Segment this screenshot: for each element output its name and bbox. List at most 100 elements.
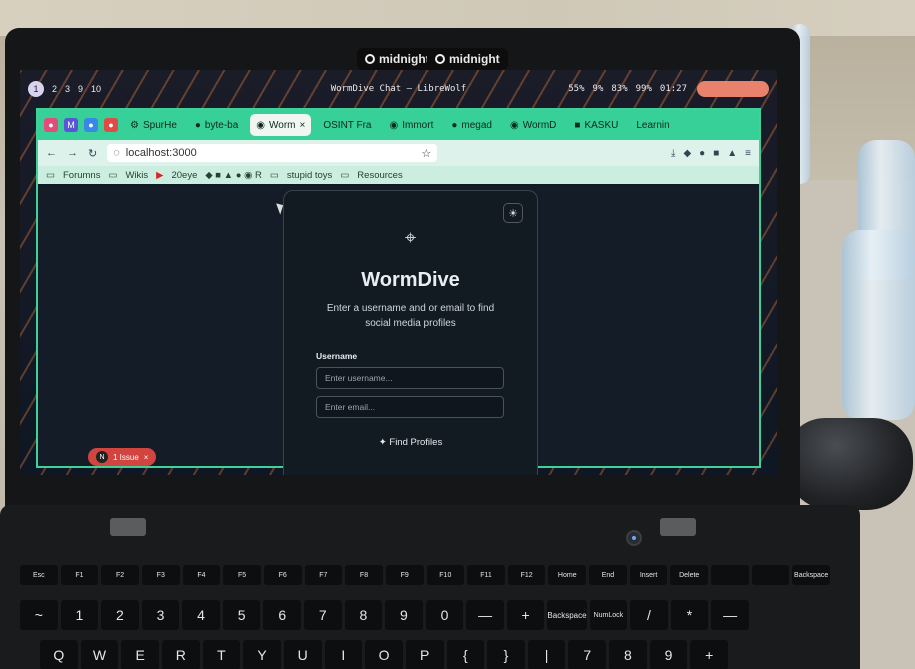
key[interactable]: Q bbox=[40, 640, 78, 669]
key[interactable]: + bbox=[506, 600, 545, 630]
key[interactable]: U bbox=[283, 640, 322, 669]
key[interactable]: 3 bbox=[141, 600, 180, 630]
email-input[interactable]: Enter email... bbox=[316, 396, 504, 418]
key[interactable]: 5 bbox=[222, 600, 261, 630]
key[interactable]: 9 bbox=[649, 640, 688, 669]
workspace-9[interactable]: 9 bbox=[78, 84, 83, 94]
key[interactable]: 1 bbox=[60, 600, 99, 630]
tab[interactable]: ◉ WormD bbox=[504, 114, 562, 136]
key[interactable]: F10 bbox=[426, 565, 465, 585]
key[interactable]: P bbox=[405, 640, 444, 669]
extension-icon[interactable]: ■ bbox=[713, 148, 719, 159]
key[interactable]: / bbox=[630, 600, 668, 630]
tab[interactable]: Learnin bbox=[630, 114, 675, 136]
key[interactable]: 2 bbox=[101, 600, 139, 630]
key[interactable]: F3 bbox=[141, 565, 180, 585]
reload-icon[interactable]: ↻ bbox=[88, 147, 97, 160]
key[interactable]: T bbox=[202, 640, 241, 669]
key[interactable]: 8 bbox=[344, 600, 383, 630]
tray-pill[interactable] bbox=[697, 81, 769, 97]
key[interactable]: F8 bbox=[345, 565, 383, 585]
key[interactable]: 6 bbox=[263, 600, 301, 630]
key[interactable]: * bbox=[670, 600, 709, 630]
key[interactable]: Delete bbox=[670, 565, 709, 585]
workspace-10[interactable]: 10 bbox=[91, 84, 101, 94]
key[interactable]: 9 bbox=[385, 600, 423, 630]
extension-icon[interactable]: ▲ bbox=[727, 148, 737, 159]
key[interactable]: Backspace bbox=[547, 600, 587, 630]
key[interactable]: R bbox=[161, 640, 200, 669]
app-icon[interactable]: ● bbox=[84, 118, 98, 132]
tab[interactable]: ◉ Immort bbox=[384, 114, 440, 136]
key[interactable]: O bbox=[365, 640, 403, 669]
key[interactable]: — bbox=[711, 600, 749, 630]
url-bar[interactable]: ◌ localhost:3000 ☆ bbox=[107, 144, 438, 162]
key[interactable]: End bbox=[589, 565, 627, 585]
extension-icon[interactable]: ● bbox=[699, 148, 705, 159]
close-icon[interactable]: × bbox=[300, 120, 306, 131]
power-button[interactable] bbox=[626, 530, 642, 546]
key[interactable]: F2 bbox=[101, 565, 139, 585]
menu-icon[interactable]: ≡ bbox=[745, 148, 751, 159]
key[interactable]: F9 bbox=[385, 565, 424, 585]
tab[interactable]: ■ KASKU bbox=[568, 114, 624, 136]
key[interactable]: Y bbox=[243, 640, 281, 669]
key[interactable]: 4 bbox=[182, 600, 220, 630]
app-icon[interactable]: ● bbox=[44, 118, 58, 132]
key[interactable]: E bbox=[121, 640, 159, 669]
download-icon[interactable]: ⤓ bbox=[671, 148, 675, 159]
key[interactable]: | bbox=[527, 640, 566, 669]
key[interactable]: NumLock bbox=[589, 600, 628, 630]
key[interactable]: 7 bbox=[304, 600, 342, 630]
key[interactable]: Esc bbox=[20, 565, 58, 585]
key[interactable]: Home bbox=[548, 565, 587, 585]
find-profiles-button[interactable]: ✦ Find Profiles bbox=[284, 437, 537, 448]
key[interactable]: F4 bbox=[182, 565, 221, 585]
youtube-icon[interactable]: ▶ bbox=[156, 170, 163, 181]
key[interactable]: Backspace bbox=[792, 565, 830, 585]
key[interactable] bbox=[711, 565, 749, 585]
key[interactable]: 8 bbox=[609, 640, 647, 669]
mail-icon[interactable]: M bbox=[64, 118, 78, 132]
workspace-3[interactable]: 3 bbox=[65, 84, 70, 94]
tab[interactable]: ● megad bbox=[445, 114, 498, 136]
key[interactable]: } bbox=[487, 640, 525, 669]
username-input[interactable]: Enter username... bbox=[316, 367, 504, 389]
key[interactable] bbox=[751, 565, 790, 585]
bookmark-folder[interactable]: Resources bbox=[357, 170, 402, 181]
key[interactable]: + bbox=[690, 640, 729, 669]
bookmark-folder[interactable]: Forumns bbox=[63, 170, 100, 181]
key[interactable]: 0 bbox=[425, 600, 464, 630]
tab[interactable]: OSINT Fra bbox=[317, 114, 377, 136]
key[interactable]: F11 bbox=[467, 565, 505, 585]
issue-badge[interactable]: N 1 Issue × bbox=[88, 448, 157, 466]
key[interactable]: { bbox=[446, 640, 485, 669]
key[interactable]: ~ bbox=[20, 600, 58, 630]
bookmark-folder[interactable]: stupid toys bbox=[287, 170, 332, 181]
forward-icon[interactable]: → bbox=[67, 147, 78, 159]
bookmark-link[interactable]: 20eye bbox=[171, 170, 197, 181]
key[interactable]: F5 bbox=[223, 565, 261, 585]
tab[interactable]: ● byte-ba bbox=[189, 114, 244, 136]
key[interactable]: F1 bbox=[60, 565, 99, 585]
app-icon[interactable]: ● bbox=[104, 118, 118, 132]
tab[interactable]: ⚙ SpurHe bbox=[124, 114, 183, 136]
bookmark-icons[interactable]: ◆ ■ ▲ ● ◉ R bbox=[205, 170, 262, 181]
workspace-1[interactable]: 1 bbox=[28, 81, 44, 97]
key[interactable]: F6 bbox=[263, 565, 302, 585]
key[interactable]: 7 bbox=[568, 640, 607, 669]
back-icon[interactable]: ← bbox=[46, 147, 57, 159]
key[interactable]: Insert bbox=[629, 565, 668, 585]
theme-toggle-button[interactable]: ☀ bbox=[503, 203, 523, 223]
workspace-2[interactable]: 2 bbox=[52, 84, 57, 94]
key[interactable]: W bbox=[80, 640, 119, 669]
key[interactable]: I bbox=[324, 640, 363, 669]
key[interactable]: — bbox=[466, 600, 504, 630]
extension-icon[interactable]: ◆ bbox=[683, 148, 691, 159]
star-icon[interactable]: ☆ bbox=[421, 147, 431, 160]
key[interactable]: F7 bbox=[304, 565, 343, 585]
bookmark-folder[interactable]: Wikis bbox=[125, 170, 148, 181]
tab-active[interactable]: ◉ Worm × bbox=[250, 114, 312, 136]
key[interactable]: F12 bbox=[507, 565, 546, 585]
close-icon[interactable]: × bbox=[144, 453, 149, 462]
